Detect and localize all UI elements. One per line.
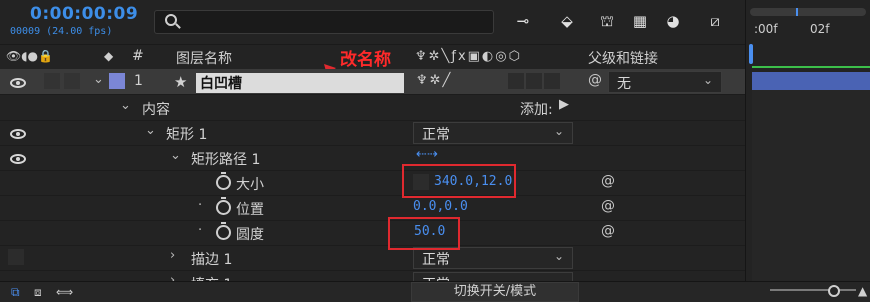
rename-annotation: 改名称 [340,50,391,70]
dot-bullet: · [198,198,203,213]
chevron-down-icon: ⌄ [553,124,564,138]
expression-pickwhip-icon[interactable]: @ [601,198,615,214]
chevron-down-icon[interactable]: ⌄ [93,72,104,87]
layer-name-field[interactable]: 白凹槽 [196,73,404,93]
stopwatch-icon[interactable] [216,222,231,240]
switches-icons[interactable]: ♆✲╲ƒx▣◐◎⬡ [415,49,522,64]
roundness-row[interactable]: · 圆度 50.0 @ [0,220,745,246]
work-area-range [752,66,870,68]
graph-editor-icon[interactable]: ⧄ [704,10,726,32]
toggle-switches-modes-button[interactable]: 切换开关/模式 [411,282,579,302]
zoom-in-icon[interactable]: ▲ [858,284,867,298]
expression-pickwhip-icon[interactable]: @ [601,223,615,239]
rect1-label: 矩形 1 [166,127,208,143]
search-icon [165,14,177,26]
chevron-right-icon[interactable]: › [170,248,175,263]
parent-dropdown[interactable]: 无 ⌄ [608,71,722,93]
position-row[interactable]: · 位置 0.0,0.0 @ [0,195,745,221]
expand-pane-icon[interactable]: ⟺ [56,285,73,299]
highlight-size-box [402,164,516,198]
chevron-down-icon: ⌄ [702,73,713,87]
blend-mode-dropdown[interactable]: 正常 ⌄ [413,247,573,269]
parent-value: 无 [617,76,631,92]
position-value[interactable]: 0.0,0.0 [413,199,468,214]
switch-box[interactable] [526,73,542,89]
render-time-icon[interactable]: ⧈ [34,285,42,300]
switch-box[interactable] [544,73,560,89]
search-input[interactable] [154,10,494,34]
timecode-display[interactable]: 0:00:00:09 [30,4,138,24]
layer-row[interactable]: ⌄ 1 ★ 白凹槽 ♆✲╱ @ 无 ⌄ [0,69,745,95]
dot-bullet: · [198,223,203,238]
blend-mode-value: 正常 [422,127,450,143]
stroke-row[interactable]: › 描边 1 正常 ⌄ [0,245,745,271]
solo-toggle[interactable] [44,73,60,89]
visibility-toggle[interactable] [8,249,24,265]
stopwatch-icon[interactable] [216,172,231,190]
frame-fps-readout: 00009 (24.00 fps) [10,26,113,37]
tick-label-1: 02f [810,22,830,36]
visibility-toggle[interactable] [0,145,32,169]
eye-icon [10,129,26,139]
contents-label: 内容 [142,102,170,118]
column-parent-link[interactable]: 父级和链接 [588,48,658,68]
pickwhip-icon[interactable]: @ [588,72,602,88]
tick-label-0: :00f [754,22,778,36]
rect1-row[interactable]: ⌄ 矩形 1 正常 ⌄ [0,120,745,146]
expression-pickwhip-icon[interactable]: @ [601,173,615,189]
shy-icon[interactable]: ⛫ [596,10,618,32]
chevron-down-icon: ⌄ [553,249,564,263]
add-label[interactable]: 添加: [520,99,553,119]
zoom-slider-track[interactable] [770,289,856,291]
rect-path-row[interactable]: ⌄ 矩形路径 1 ⇠⇢ [0,145,745,171]
visibility-toggle[interactable] [0,120,32,144]
motion-blur-icon[interactable]: ◕ [662,10,684,32]
chevron-down-icon[interactable]: ⌄ [170,148,181,163]
blend-mode-dropdown[interactable]: 正常 ⌄ [413,122,573,144]
blend-mode-value: 正常 [422,252,450,268]
path-direction-icon[interactable]: ⇠⇢ [416,147,438,162]
layer-duration-bar[interactable] [752,72,870,91]
label-color-swatch[interactable] [109,73,125,89]
chevron-down-icon[interactable]: ⌄ [145,123,156,138]
contents-row[interactable]: ⌄ 内容 添加: ▶ [0,95,745,121]
timeline-panel[interactable]: :00f 02f [745,0,870,301]
stroke-label: 描边 1 [191,252,233,268]
switch-box[interactable] [508,73,524,89]
shape-layer-star-icon: ★ [174,73,188,91]
layer-switches[interactable]: ♆✲╱ [416,73,452,88]
lock-toggle[interactable] [64,73,80,89]
stopwatch-icon[interactable] [216,197,231,215]
work-area-bar[interactable] [750,8,866,16]
label-tag-icon[interactable]: ◆ [104,49,113,63]
visibility-toggle[interactable] [0,69,32,93]
av-switch-icons[interactable]: 👁◖●🔒 [6,49,53,63]
comp-mini-flowchart-icon[interactable]: ⧉ [11,285,20,300]
column-hash: # [132,48,144,64]
flowchart-icon[interactable]: ⊸ [512,10,534,32]
rect-path-label: 矩形路径 1 [191,152,261,168]
add-play-icon[interactable]: ▶ [559,97,569,112]
solid-cube-icon[interactable]: ⬙ [556,10,578,32]
playhead-handle[interactable] [749,44,753,64]
timeline-track-area [752,90,870,281]
highlight-roundness-box [388,217,460,250]
eye-icon [10,154,26,164]
column-layer-name[interactable]: 图层名称 [176,48,232,68]
eye-icon [10,78,26,88]
roundness-label: 圆度 [236,227,264,243]
chevron-down-icon[interactable]: ⌄ [120,98,131,113]
zoom-slider-handle[interactable] [828,285,840,297]
size-label: 大小 [236,177,264,193]
frame-blend-icon[interactable]: ▦ [629,10,651,32]
position-label: 位置 [236,202,264,218]
size-row[interactable]: 大小 340.0,12.0 @ [0,170,745,196]
playhead-marker[interactable] [796,8,798,16]
layer-number: 1 [134,73,143,89]
